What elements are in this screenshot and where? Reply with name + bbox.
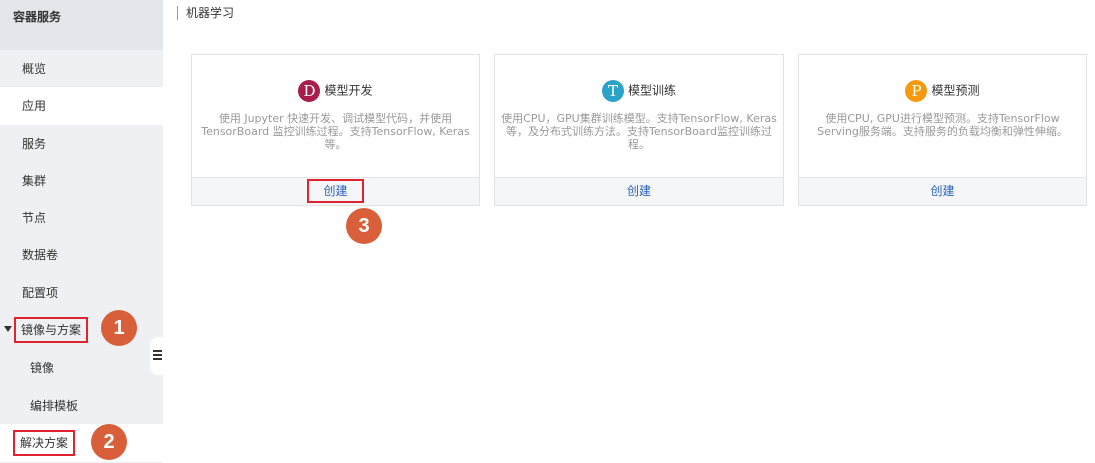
sidebar-item-label: 镜像 — [30, 361, 55, 375]
card-header: T 模型训练 — [495, 79, 783, 102]
sidebar-item-orchestration-templates[interactable]: 编排模板 — [0, 387, 163, 425]
card-model-development: D 模型开发 使用 Jupyter 快速开发、调试模型代码，并使用 TensorB… — [191, 54, 480, 206]
sidebar-item-overview[interactable]: 概览 — [0, 50, 163, 88]
create-model-prediction-button[interactable]: 创建 — [930, 178, 954, 204]
sidebar-item-images[interactable]: 镜像 — [0, 349, 163, 387]
model-training-icon: T — [601, 79, 624, 102]
sidebar-item-label: 配置项 — [22, 286, 59, 300]
sidebar-item-clusters[interactable]: 集群 — [0, 162, 163, 200]
card-header: P 模型预测 — [799, 79, 1086, 102]
sidebar-item-label: 节点 — [22, 211, 47, 225]
sidebar-collapse-handle[interactable] — [150, 337, 164, 375]
sidebar-item-label: 编排模板 — [30, 399, 79, 413]
card-footer: 创建 — [192, 177, 479, 205]
card-description: 使用CPU, GPU进行模型预测。支持TensorFlow Serving服务端… — [817, 112, 1068, 138]
sidebar-item-label: 数据卷 — [22, 248, 59, 262]
card-model-training: T 模型训练 使用CPU，GPU集群训练模型。支持TensorFlow, Kera… — [494, 54, 784, 206]
sidebar-item-label: 镜像与方案 — [14, 317, 89, 343]
sidebar-item-services[interactable]: 服务 — [0, 125, 163, 163]
card-footer: 创建 — [495, 177, 783, 205]
callout-badge: 3 — [346, 208, 382, 244]
card-title: 模型预测 — [931, 83, 980, 98]
card-description: 使用CPU，GPU集群训练模型。支持TensorFlow, Keras等，及分布… — [501, 112, 777, 151]
sidebar-title: 容器服务 — [0, 0, 163, 50]
page-title: 机器学习 — [177, 6, 234, 20]
sidebar: 容器服务 概览 应用 服务 集群 节点 数据卷 配置项 镜像与方案 镜像 编排模… — [0, 0, 163, 463]
card-model-prediction: P 模型预测 使用CPU, GPU进行模型预测。支持TensorFlow Serv… — [798, 54, 1087, 206]
model-development-icon: D — [298, 79, 321, 102]
sidebar-item-label: 概览 — [22, 62, 47, 76]
sidebar-item-applications[interactable]: 应用 — [0, 87, 163, 125]
sidebar-item-label: 解决方案 — [13, 430, 76, 456]
sidebar-item-images-and-solutions[interactable]: 镜像与方案 — [0, 311, 163, 349]
collapse-menu-icon — [153, 350, 162, 360]
callout-badge: 2 — [91, 424, 127, 460]
sidebar-item-label: 应用 — [22, 99, 47, 113]
card-title: 模型开发 — [324, 83, 373, 98]
sidebar-item-nodes[interactable]: 节点 — [0, 199, 163, 237]
card-title: 模型训练 — [627, 83, 676, 98]
callout-badge: 1 — [101, 310, 137, 346]
model-prediction-icon: P — [905, 79, 928, 102]
sidebar-item-label: 服务 — [22, 137, 47, 151]
card-footer: 创建 — [799, 177, 1086, 205]
sidebar-item-solutions[interactable]: 解决方案 — [0, 424, 163, 462]
card-description: 使用 Jupyter 快速开发、调试模型代码，并使用 TensorBoard 监… — [201, 112, 470, 151]
sidebar-item-config-maps[interactable]: 配置项 — [0, 274, 163, 312]
sidebar-item-label: 集群 — [22, 174, 47, 188]
caret-down-icon — [4, 326, 12, 332]
create-model-training-button[interactable]: 创建 — [627, 178, 651, 204]
card-header: D 模型开发 — [192, 79, 479, 102]
sidebar-item-volumes[interactable]: 数据卷 — [0, 236, 163, 274]
create-model-development-button[interactable]: 创建 — [307, 179, 364, 203]
